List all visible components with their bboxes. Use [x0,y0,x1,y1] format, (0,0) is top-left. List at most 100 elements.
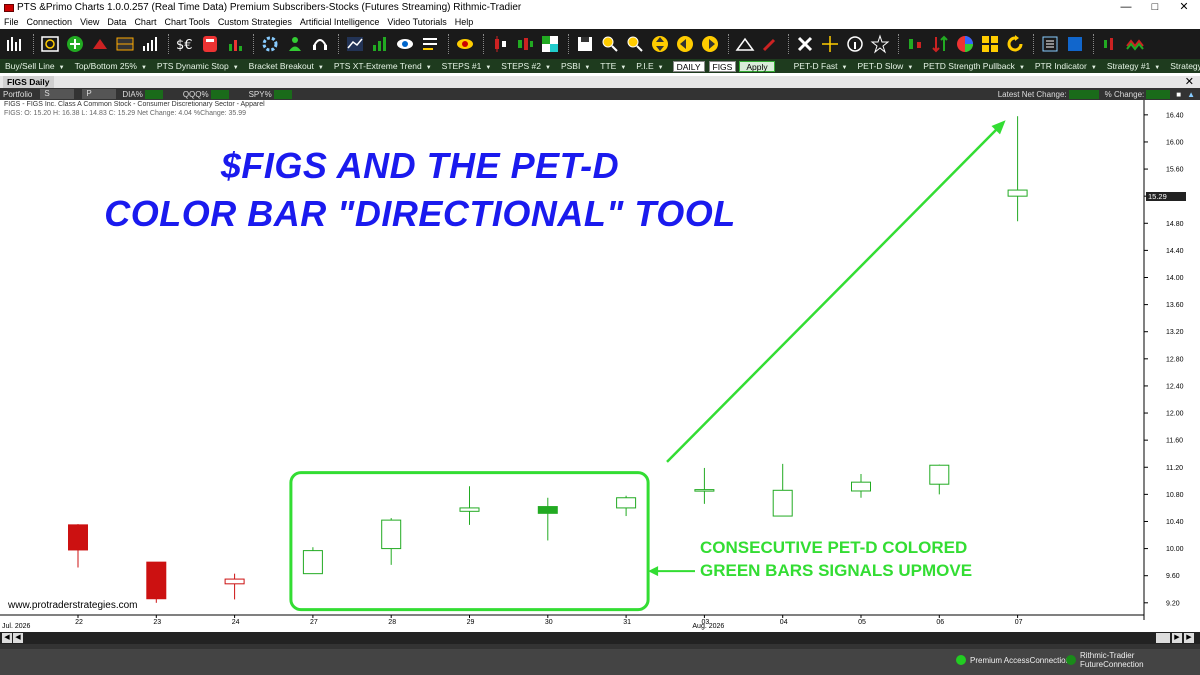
layout-grid-icon[interactable] [979,33,1001,55]
strategy-steps-1[interactable]: STEPS #1 ▼ [437,61,497,71]
strategy-tte[interactable]: TTE ▼ [595,61,631,71]
candles-green-icon[interactable] [514,33,536,55]
menu-file[interactable]: File [0,17,23,27]
arrow-right-icon[interactable] [699,33,721,55]
scroll-first-icon[interactable]: ◀ [2,633,12,643]
strategy-ptr-indicator[interactable]: PTR Indicator ▼ [1030,61,1102,71]
bar-chart-icon[interactable] [4,33,26,55]
menu-help[interactable]: Help [451,17,478,27]
scroll-last-icon[interactable]: ▶ [1184,633,1194,643]
toolbar-separator [788,34,790,54]
strategy-buy-sell-line[interactable]: Buy/Sell Line ▼ [0,61,70,71]
apply-button[interactable]: Apply [739,60,775,72]
menu-connection[interactable]: Connection [23,17,77,27]
menu-bar: File Connection View Data Chart Chart To… [0,15,1200,29]
add-icon[interactable] [64,33,86,55]
eye-icon[interactable] [394,33,416,55]
blue-square-icon[interactable] [1064,33,1086,55]
close-x-icon[interactable] [794,33,816,55]
strategy-pet-d-slow[interactable]: PET-D Slow ▼ [853,61,919,71]
portfolio-select-p[interactable]: P [77,89,119,99]
menu-chart-tools[interactable]: Chart Tools [160,17,213,27]
tab-figs-daily[interactable]: FIGS Daily [3,76,54,88]
menu-view[interactable]: View [76,17,103,27]
vertical-scale-icon[interactable] [649,33,671,55]
lock-icon[interactable]: ■ [1173,90,1184,99]
refresh-icon[interactable] [1004,33,1026,55]
interval-select[interactable]: DAILY [672,60,705,72]
toolbar-separator [168,34,170,54]
chart-scroll-bar[interactable]: ◀ ◀ ▶ ▶ [0,632,1200,644]
document-list-icon[interactable] [1039,33,1061,55]
zoom-out-icon[interactable] [624,33,646,55]
zoom-box-icon[interactable] [1156,633,1170,643]
home-icon[interactable]: ▲ [1184,90,1198,99]
menu-video-tutorials[interactable]: Video Tutorials [383,17,450,27]
portfolio-select-s[interactable]: S [35,89,77,99]
strategy-steps-2[interactable]: STEPS #2 ▼ [496,61,556,71]
calculator-icon[interactable] [199,33,221,55]
pts-logo-icon[interactable] [39,33,61,55]
index-label: QQQ% [182,89,209,99]
volume-icon[interactable] [369,33,391,55]
scroll-next-icon[interactable]: ▶ [1172,633,1182,643]
strategy-1[interactable]: Strategy #1 ▼ [1102,61,1165,71]
histogram-icon[interactable] [224,33,246,55]
strategy-psbi[interactable]: PSBI ▼ [556,61,595,71]
menu-chart[interactable]: Chart [130,17,160,27]
wave-icon[interactable] [1124,33,1146,55]
maximize-button[interactable]: □ [1141,0,1169,15]
menu-custom-strategies[interactable]: Custom Strategies [214,17,296,27]
symbol-input[interactable]: FIGS [708,60,737,72]
close-button[interactable]: ✕ [1170,0,1198,15]
strategy-2[interactable]: Strategy #2▼ [1165,61,1200,71]
person-icon[interactable] [284,33,306,55]
grid-icon[interactable] [114,33,136,55]
strategy-label: P.I.E [636,61,654,71]
ohlc-readout: FIGS: O: 15.20 H: 16.38 L: 14.83 C: 15.2… [4,110,247,117]
triangle-tool-icon[interactable] [734,33,756,55]
signal-arrows-icon[interactable] [89,33,111,55]
crosshair-icon[interactable] [819,33,841,55]
chevron-down-icon: ▼ [1090,65,1097,71]
menu-data[interactable]: Data [103,17,130,27]
zoom-in-icon[interactable] [599,33,621,55]
watch-eye-icon[interactable] [454,33,476,55]
strategy-label: Buy/Sell Line [5,61,55,71]
y-tick-label: 14.00 [1166,275,1184,282]
menu-artificial-intelligence[interactable]: Artificial Intelligence [296,17,384,27]
volume-bars-icon[interactable] [139,33,161,55]
list-icon[interactable] [419,33,441,55]
sort-icon[interactable] [929,33,951,55]
strategy-bracket-breakout[interactable]: Bracket Breakout ▼ [244,61,329,71]
strategy-top-bottom[interactable]: Top/Bottom 25% ▼ [70,61,152,71]
info-icon[interactable] [844,33,866,55]
headset-icon[interactable] [309,33,331,55]
save-icon[interactable] [574,33,596,55]
pin-icon[interactable] [759,33,781,55]
line-chart-icon[interactable] [344,33,366,55]
minimize-button[interactable]: — [1112,0,1140,15]
strategy-petd-strength-pullback[interactable]: PETD Strength Pullback ▼ [918,61,1030,71]
strategy-pet-d-fast[interactable]: PET-D Fast ▼ [789,61,853,71]
toolbar-separator [728,34,730,54]
gear-icon[interactable] [259,33,281,55]
strategy-dynamic-stop[interactable]: PTS Dynamic Stop ▼ [152,61,244,71]
star-icon[interactable] [869,33,891,55]
chevron-down-icon: ▼ [907,65,914,71]
bar-compare-icon[interactable] [1099,33,1121,55]
color-wheel-icon[interactable] [954,33,976,55]
arrow-left-icon[interactable] [674,33,696,55]
strategy-xt-extreme-trend[interactable]: PTS XT-Extreme Trend ▼ [329,61,437,71]
price-chart[interactable]: 16.4016.0015.6015.2014.8014.4014.0013.60… [0,100,1200,630]
heatmap-icon[interactable] [539,33,561,55]
tab-close-icon[interactable]: ✕ [1185,75,1194,88]
currency-icon[interactable]: $€ [174,33,196,55]
strategy-pie[interactable]: P.I.E ▼ [631,61,668,71]
y-tick-label: 14.80 [1166,221,1184,228]
candle-body [146,561,167,600]
compare-icon[interactable] [904,33,926,55]
candles-red-icon[interactable] [489,33,511,55]
y-tick-label: 9.20 [1166,600,1180,607]
scroll-prev-icon[interactable]: ◀ [13,633,23,643]
